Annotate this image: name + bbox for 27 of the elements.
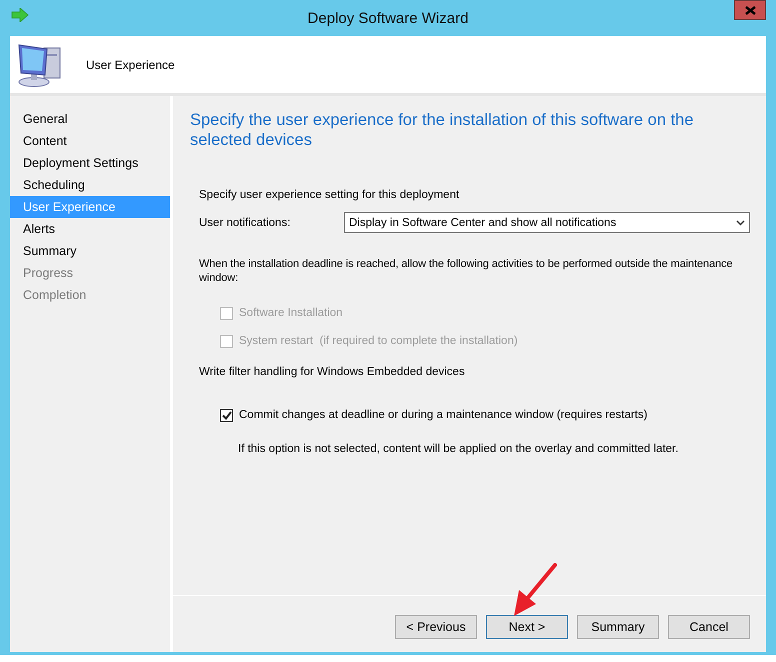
arrow-icon [11,8,29,22]
wizard-button[interactable]: Summary [577,615,659,639]
close-button[interactable] [734,0,766,20]
nav-item[interactable]: General [10,108,170,130]
checkbox[interactable] [220,408,233,422]
deadline-text: When the installation deadline is reached, allow the following activities to be performed outside the maintenance window: [199,257,734,285]
nav-item[interactable]: Summary [10,240,170,262]
close-icon [744,6,756,14]
checkbox-label: Software Installation [239,307,343,319]
page-title: User Experience [86,58,175,72]
wizard-button[interactable]: < Previous [395,615,477,639]
nav-item[interactable]: Deployment Settings [10,152,170,174]
note-text: If this option is not selected, content will be applied on the overlay and committed later. [238,442,680,456]
window-title: Deploy Software Wizard [308,10,468,26]
nav-item[interactable]: Alerts [10,218,170,240]
nav-item[interactable]: Scheduling [10,174,170,196]
wizard-button[interactable]: Cancel [668,615,750,639]
section-text: Write filter handling for Windows Embedded devices [199,365,466,379]
checkbox-label: System restart (if required to complete the installation) [239,335,518,347]
notifications-dropdown[interactable]: Display in Software Center and show all notifications [344,212,750,233]
field-label: User notifications: [199,216,292,230]
page-heading: Specify the user experience for the installation of this software on the selected devices [190,110,695,150]
checkbox-label: Commit changes at deadline or during a maintenance window (requires restarts) [239,409,648,421]
intro-text: Specify user experience setting for this deployment [199,188,460,202]
wizard-button[interactable]: Next > [486,615,568,639]
nav-item[interactable]: Content [10,130,170,152]
chevron-icon [736,220,745,226]
